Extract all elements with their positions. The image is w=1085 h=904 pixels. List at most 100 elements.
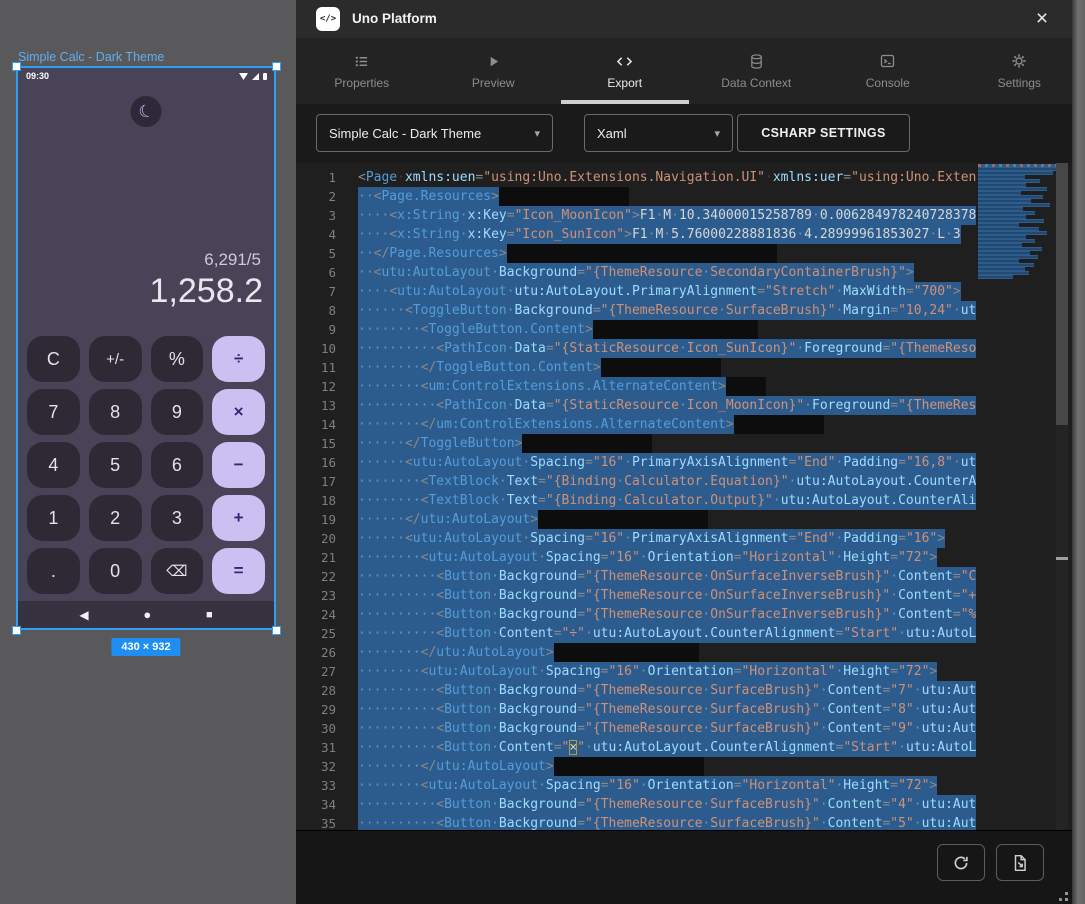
theme-select-value: Simple Calc - Dark Theme [329,126,481,141]
line-number: 31 [296,738,344,757]
code-line[interactable]: 13··········<PathIcon·Data="{StaticResou… [296,396,978,415]
code-line[interactable]: 18········<TextBlock·Text="{Binding·Calc… [296,491,978,510]
calc-key-9[interactable]: 9 [151,389,204,435]
theme-select[interactable]: Simple Calc - Dark Theme ▾ [316,114,553,152]
code-line[interactable]: 12········<um:ControlExtensions.Alternat… [296,377,978,396]
calc-key-.[interactable]: . [27,548,80,594]
code-line[interactable]: 26········</utu:AutoLayout> [296,643,978,662]
calc-key-5[interactable]: 5 [89,442,142,488]
selection-tail [726,377,766,396]
code-line[interactable]: 33········<utu:AutoLayout·Spacing="16"·O… [296,776,978,795]
selection-tail [522,434,652,453]
code-line[interactable]: 7····<utu:AutoLayout·utu:AutoLayout.Prim… [296,282,978,301]
theme-toggle-button[interactable]: ☾ [131,96,162,127]
code-line[interactable]: 2··<Page.Resources> [296,187,978,206]
code-line[interactable]: 1<Page·xmlns:uen="using:Uno.Extensions.N… [296,168,978,187]
tab-export[interactable]: Export [559,38,691,104]
tab-data-context[interactable]: Data Context [691,38,823,104]
selection-tail [554,643,699,662]
minimap[interactable] [978,164,1056,277]
nav-recents-button[interactable]: ■ [206,609,213,621]
close-button[interactable]: × [1029,6,1055,32]
code-line[interactable]: 8······<ToggleButton·Background="{ThemeR… [296,301,978,320]
selection-handle-top-right[interactable] [272,62,281,71]
calc-key-×[interactable]: × [212,389,265,435]
code-line[interactable]: 16······<utu:AutoLayout·Spacing="16"·Pri… [296,453,978,472]
tab-console[interactable]: Console [822,38,954,104]
calc-key-8[interactable]: 8 [89,389,142,435]
code-line[interactable]: 11········</ToggleButton.Content> [296,358,978,377]
code-line[interactable]: 25··········<Button·Content="÷"·utu:Auto… [296,624,978,643]
calc-key-+[interactable]: + [212,495,265,541]
code-content: ······</utu:AutoLayout> [344,510,708,529]
code-line[interactable]: 35··········<Button·Background="{ThemeRe… [296,814,978,830]
selection-tail [499,187,629,206]
nav-home-button[interactable]: ● [143,607,151,622]
code-line[interactable]: 21········<utu:AutoLayout·Spacing="16"·O… [296,548,978,567]
code-editor[interactable]: 1<Page·xmlns:uen="using:Uno.Extensions.N… [296,163,1085,830]
window-edge-strip [1072,0,1085,904]
code-line[interactable]: 3····<x:String·x:Key="Icon_MoonIcon">F1·… [296,206,978,225]
code-line[interactable]: 20······<utu:AutoLayout·Spacing="16"·Pri… [296,529,978,548]
code-line[interactable]: 14········</um:ControlExtensions.Alterna… [296,415,978,434]
code-line[interactable]: 34··········<Button·Background="{ThemeRe… [296,795,978,814]
calc-key-7[interactable]: 7 [27,389,80,435]
selection-tail [593,320,758,339]
code-line[interactable]: 32········</utu:AutoLayout> [296,757,978,776]
code-line[interactable]: 27········<utu:AutoLayout·Spacing="16"·O… [296,662,978,681]
calc-key-C[interactable]: C [27,336,80,382]
code-line[interactable]: 10··········<PathIcon·Data="{StaticResou… [296,339,978,358]
nav-back-button[interactable]: ◀ [79,608,88,622]
code-line[interactable]: 23··········<Button·Background="{ThemeRe… [296,586,978,605]
calc-key-+/-[interactable]: +/- [89,336,142,382]
line-number: 12 [296,377,344,396]
resize-grip[interactable] [1065,892,1068,895]
calc-key-4[interactable]: 4 [27,442,80,488]
phone-frame[interactable]: 09:30 ☾ 6,291/5 1,258.2 C+/-%÷789×456−12… [16,66,276,630]
calc-key-1[interactable]: 1 [27,495,80,541]
code-line[interactable]: 31··········<Button·Content="×"·utu:Auto… [296,738,978,757]
line-number: 22 [296,567,344,586]
line-number: 8 [296,301,344,320]
code-content: ······<ToggleButton·Background="{ThemeRe… [344,301,976,320]
code-line[interactable]: 28··········<Button·Background="{ThemeRe… [296,681,978,700]
code-line[interactable]: 15······</ToggleButton> [296,434,978,453]
code-line[interactable]: 6··<utu:AutoLayout·Background="{ThemeRes… [296,263,978,282]
calc-key-3[interactable]: 3 [151,495,204,541]
code-content: ····<x:String·x:Key="Icon_SunIcon">F1·M·… [344,225,961,244]
calc-key-0[interactable]: 0 [89,548,142,594]
refresh-button[interactable] [937,844,985,881]
selection-handle-top-left[interactable] [12,62,21,71]
code-line[interactable]: 4····<x:String·x:Key="Icon_SunIcon">F1·M… [296,225,978,244]
code-line[interactable]: 29··········<Button·Background="{ThemeRe… [296,700,978,719]
tab-preview[interactable]: Preview [428,38,560,104]
file-export-icon [1011,854,1029,872]
calc-key-2[interactable]: 2 [89,495,142,541]
calc-key-÷[interactable]: ÷ [212,336,265,382]
calc-key-6[interactable]: 6 [151,442,204,488]
selection-handle-bottom-right[interactable] [272,626,281,635]
code-line[interactable]: 30··········<Button·Background="{ThemeRe… [296,719,978,738]
calc-key-%[interactable]: % [151,336,204,382]
calc-key-−[interactable]: − [212,442,265,488]
scrollbar-thumb[interactable] [1056,163,1068,425]
export-file-button[interactable] [996,844,1044,881]
code-line[interactable]: 22··········<Button·Background="{ThemeRe… [296,567,978,586]
code-content: ··········<PathIcon·Data="{StaticResourc… [344,339,976,358]
line-number: 15 [296,434,344,453]
calc-key-=[interactable]: = [212,548,265,594]
code-line[interactable]: 17········<TextBlock·Text="{Binding·Calc… [296,472,978,491]
calc-key-⌫[interactable]: ⌫ [151,548,204,594]
format-select[interactable]: Xaml ▾ [584,114,733,152]
code-line[interactable]: 9········<ToggleButton.Content> [296,320,978,339]
code-line[interactable]: 24··········<Button·Background="{ThemeRe… [296,605,978,624]
tab-properties[interactable]: Properties [296,38,428,104]
vertical-scrollbar[interactable] [1056,163,1068,830]
csharp-settings-button[interactable]: CSHARP SETTINGS [737,114,910,152]
code-line[interactable]: 19······</utu:AutoLayout> [296,510,978,529]
code-content: ········</utu:AutoLayout> [344,643,699,662]
code-line[interactable]: 5··</Page.Resources> [296,244,978,263]
tab-settings[interactable]: Settings [954,38,1085,104]
format-select-value: Xaml [597,126,627,141]
selection-handle-bottom-left[interactable] [12,626,21,635]
